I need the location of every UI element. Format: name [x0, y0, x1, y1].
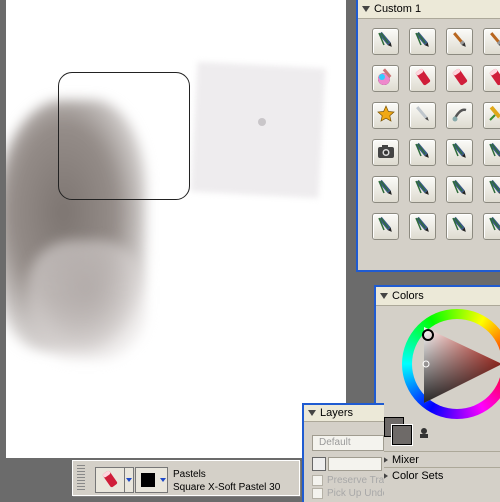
brush-variant-tile[interactable] — [409, 176, 436, 203]
blender-icon — [450, 104, 470, 127]
brush-variant-tile[interactable] — [372, 65, 399, 92]
airbrush-variant-icon — [450, 178, 470, 201]
blend-mode-select[interactable]: Default — [312, 435, 384, 451]
airbrush-variant-icon — [487, 141, 500, 164]
pick-up-underlying-checkbox[interactable] — [312, 488, 323, 499]
layers-palette: Layers Default Preserve Tra Pick Up Unde — [302, 403, 384, 502]
opacity-slider[interactable] — [328, 457, 382, 471]
brush-variant-tile[interactable] — [446, 28, 473, 55]
airbrush-variant-icon — [376, 178, 396, 201]
brush-variant-tile[interactable] — [446, 176, 473, 203]
brush-variant-tile[interactable] — [483, 139, 500, 166]
brush-variant-tile[interactable] — [372, 28, 399, 55]
brush-selector-bar: Pastels Square X-Soft Pastel 30 — [72, 460, 300, 496]
brush-variant-tile[interactable] — [409, 213, 436, 240]
brush-variant-tile[interactable] — [483, 28, 500, 55]
airbrush-variant-icon — [487, 215, 500, 238]
preserve-transparency-row[interactable]: Preserve Tra — [312, 475, 384, 486]
preserve-transparency-checkbox[interactable] — [312, 475, 323, 486]
colors-subsections: Mixer Color Sets — [376, 451, 500, 483]
brush-variant-tile[interactable] — [446, 102, 473, 129]
brush-variant-tile[interactable] — [409, 139, 436, 166]
pastel-dab — [191, 62, 326, 199]
color-sets-row[interactable]: Color Sets — [376, 467, 500, 483]
collapse-arrow-icon[interactable] — [308, 410, 316, 416]
pastel-icon — [450, 67, 470, 90]
brush-category-button[interactable] — [95, 467, 125, 493]
brush-variant-tile[interactable] — [483, 65, 500, 92]
mixer-label: Mixer — [392, 454, 419, 466]
hue-selector[interactable] — [422, 329, 434, 341]
airbrush-variant-icon — [450, 141, 470, 164]
collapse-arrow-icon[interactable] — [380, 293, 388, 299]
pastel-stroke — [26, 240, 146, 360]
color-sets-label: Color Sets — [392, 470, 443, 482]
preserve-transparency-label: Preserve Tra — [327, 475, 384, 486]
brush-variant-tile[interactable] — [372, 139, 399, 166]
pick-up-underlying-row[interactable]: Pick Up Unde — [312, 488, 384, 499]
variant-dropdown-arrow[interactable] — [159, 467, 168, 493]
clone-color-icon[interactable] — [418, 427, 430, 439]
color-wheel-brush-icon — [376, 67, 396, 90]
collapse-arrow-icon[interactable] — [362, 6, 370, 12]
brush-variant-tile[interactable] — [483, 102, 500, 129]
variant-grid — [372, 28, 500, 240]
layers-palette-header[interactable]: Layers — [304, 405, 384, 422]
airbrush-variant-icon — [376, 30, 396, 53]
pastel-icon — [487, 67, 500, 90]
airbrush-variant-icon — [413, 215, 433, 238]
colors-palette-header[interactable]: Colors — [376, 287, 500, 306]
brush-variant-tile[interactable] — [446, 213, 473, 240]
airbrush-variant-icon — [487, 178, 500, 201]
airbrush-variant-icon — [413, 30, 433, 53]
additional-color-swatch[interactable] — [392, 425, 412, 445]
drawing-canvas[interactable] — [6, 0, 346, 458]
variant-button[interactable] — [135, 467, 161, 493]
category-dropdown-arrow[interactable] — [125, 467, 134, 493]
star-icon — [376, 104, 396, 127]
brush-variant-tile[interactable] — [446, 65, 473, 92]
mixer-row[interactable]: Mixer — [376, 451, 500, 467]
brush-variant-tile[interactable] — [483, 213, 500, 240]
custom-palette-title: Custom 1 — [374, 3, 421, 15]
pastel-icon — [413, 67, 433, 90]
dab-center — [258, 118, 266, 126]
oil-brush-icon — [487, 30, 500, 53]
brush-category-label: Pastels — [173, 469, 206, 480]
pencil-icon — [487, 104, 500, 127]
colors-palette: Colors — [374, 285, 500, 502]
oil-brush-icon — [450, 30, 470, 53]
brush-variant-tile[interactable] — [372, 213, 399, 240]
custom-palette-header[interactable]: Custom 1 — [358, 0, 500, 19]
brush-variant-tile[interactable] — [409, 65, 436, 92]
colors-palette-title: Colors — [392, 290, 424, 302]
pen-icon — [413, 104, 433, 127]
brush-variant-tile[interactable] — [483, 176, 500, 203]
camera-icon — [376, 141, 396, 164]
custom-palette: Custom 1 — [356, 0, 500, 272]
airbrush-variant-icon — [413, 178, 433, 201]
brush-cursor-outline — [58, 72, 190, 200]
pastel-icon — [100, 469, 120, 492]
brush-variant-tile[interactable] — [372, 102, 399, 129]
brush-variant-tile[interactable] — [446, 139, 473, 166]
airbrush-variant-icon — [413, 141, 433, 164]
brush-variant-label: Square X-Soft Pastel 30 — [173, 482, 280, 493]
pick-up-underlying-label: Pick Up Unde — [327, 488, 384, 499]
variant-swatch — [141, 473, 155, 487]
brush-variant-tile[interactable] — [409, 102, 436, 129]
brush-variant-tile[interactable] — [409, 28, 436, 55]
layers-palette-title: Layers — [320, 407, 353, 419]
layer-icon[interactable] — [312, 457, 326, 471]
drag-grip[interactable] — [77, 465, 85, 491]
hue-ring[interactable] — [402, 309, 500, 419]
airbrush-variant-icon — [376, 215, 396, 238]
airbrush-variant-icon — [450, 215, 470, 238]
brush-variant-tile[interactable] — [372, 176, 399, 203]
